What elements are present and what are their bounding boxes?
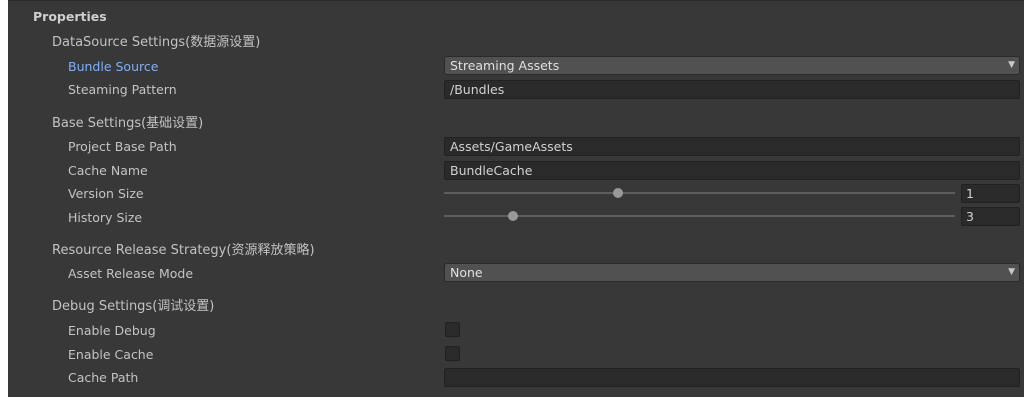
bundle-source-dropdown[interactable]: Streaming Assets ▼	[444, 56, 1020, 75]
version-size-label: Version Size	[68, 186, 144, 201]
version-size-slider-thumb[interactable]	[612, 188, 623, 198]
history-size-value-field[interactable]: 3	[961, 207, 1020, 226]
cache-path-label: Cache Path	[68, 370, 139, 385]
steaming-pattern-input[interactable]: /Bundles	[444, 80, 1020, 99]
section-debug-settings[interactable]: Debug Settings(调试设置)	[52, 298, 214, 316]
asset-release-mode-dropdown[interactable]: None ▼	[444, 263, 1020, 282]
section-resource-release-strategy[interactable]: Resource Release Strategy(资源释放策略)	[52, 242, 315, 260]
cache-path-input[interactable]	[444, 368, 1020, 387]
section-base-settings[interactable]: Base Settings(基础设置)	[52, 115, 203, 133]
project-base-path-label: Project Base Path	[68, 139, 177, 154]
bundle-source-value: Streaming Assets	[450, 58, 560, 73]
bundle-source-label: Bundle Source	[68, 59, 159, 74]
cache-name-label: Cache Name	[68, 163, 148, 178]
history-size-slider-track[interactable]	[444, 215, 955, 217]
section-datasource-settings[interactable]: DataSource Settings(数据源设置)	[52, 34, 260, 52]
history-size-slider-thumb[interactable]	[507, 211, 518, 221]
enable-debug-checkbox[interactable]	[445, 322, 460, 337]
steaming-pattern-label: Steaming Pattern	[68, 82, 177, 97]
inspector-panel: Properties DataSource Settings(数据源设置) Bu…	[8, 0, 1024, 397]
enable-cache-label: Enable Cache	[68, 347, 154, 362]
project-base-path-input[interactable]: Assets/GameAssets	[444, 137, 1020, 156]
properties-header: Properties	[33, 9, 107, 24]
version-size-value-field[interactable]: 1	[961, 184, 1020, 203]
triangle-down-icon: ▼	[1008, 60, 1015, 70]
enable-cache-checkbox[interactable]	[445, 346, 460, 361]
asset-release-mode-value: None	[450, 265, 483, 280]
enable-debug-label: Enable Debug	[68, 323, 156, 338]
cache-name-input[interactable]: BundleCache	[444, 161, 1020, 180]
triangle-down-icon: ▼	[1008, 267, 1015, 277]
version-size-slider-track[interactable]	[444, 192, 955, 194]
asset-release-mode-label: Asset Release Mode	[68, 266, 194, 281]
history-size-label: History Size	[68, 210, 143, 225]
